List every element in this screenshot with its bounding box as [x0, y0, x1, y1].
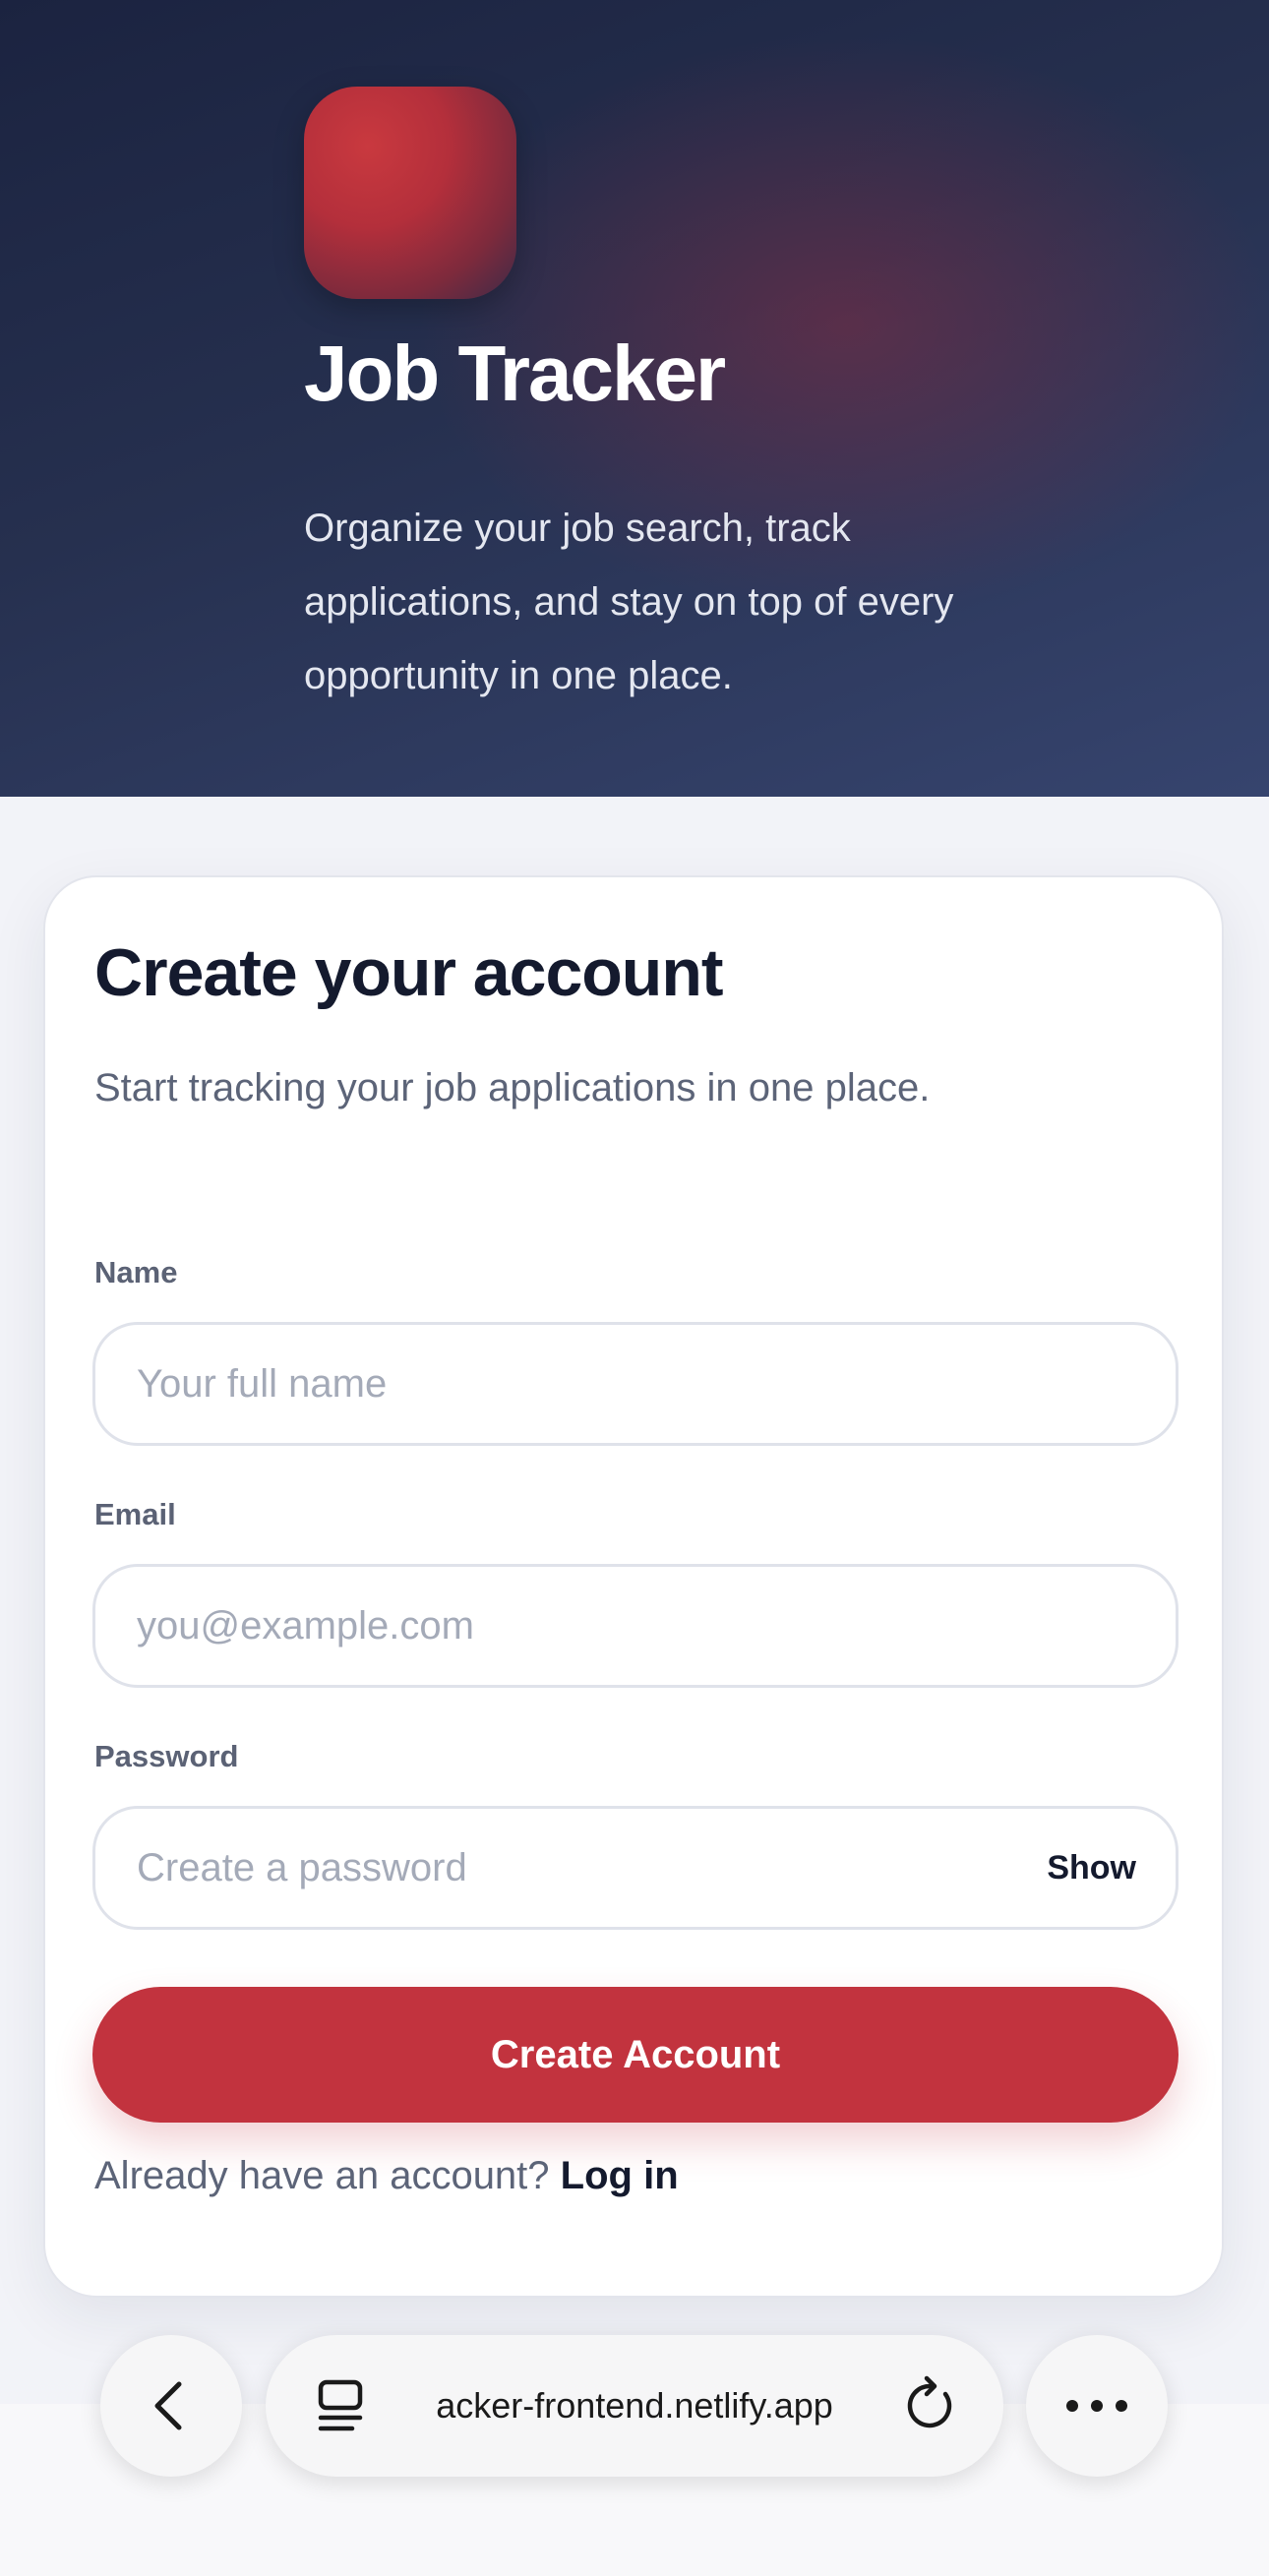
name-field[interactable] — [92, 1322, 1178, 1446]
hero-banner: Job Tracker Organize your job search, tr… — [0, 0, 1269, 797]
app-logo — [304, 87, 516, 299]
url-text[interactable]: acker-frontend.netlify.app — [393, 2335, 876, 2477]
password-label: Password — [94, 1739, 239, 1773]
login-link[interactable]: Log in — [561, 2154, 679, 2197]
signup-title: Create your account — [94, 935, 724, 1010]
tabs-icon[interactable] — [309, 2374, 372, 2437]
reload-icon[interactable] — [899, 2374, 962, 2437]
password-field[interactable]: Show — [92, 1806, 1178, 1930]
email-field[interactable] — [92, 1564, 1178, 1688]
signup-card: Create your account Start tracking your … — [43, 875, 1224, 2298]
more-button[interactable] — [1026, 2335, 1168, 2477]
create-account-button[interactable]: Create Account — [92, 1987, 1178, 2123]
app-title: Job Tracker — [304, 329, 726, 417]
password-input[interactable] — [137, 1809, 1022, 1927]
login-prompt: Already have an account? Log in — [94, 2156, 679, 2195]
email-label: Email — [94, 1497, 176, 1531]
back-button[interactable] — [100, 2335, 242, 2477]
back-icon — [154, 2381, 182, 2430]
more-icon — [1066, 2400, 1127, 2412]
name-label: Name — [94, 1255, 178, 1289]
name-input[interactable] — [137, 1325, 1022, 1443]
signup-subtitle: Start tracking your job applications in … — [94, 1066, 931, 1109]
login-prompt-text: Already have an account? — [94, 2154, 550, 2197]
app-tagline: Organize your job search, track applicat… — [304, 507, 954, 697]
address-bar[interactable]: acker-frontend.netlify.app — [266, 2335, 1003, 2477]
show-password-button[interactable]: Show — [1047, 1809, 1136, 1927]
email-input[interactable] — [137, 1567, 1022, 1685]
